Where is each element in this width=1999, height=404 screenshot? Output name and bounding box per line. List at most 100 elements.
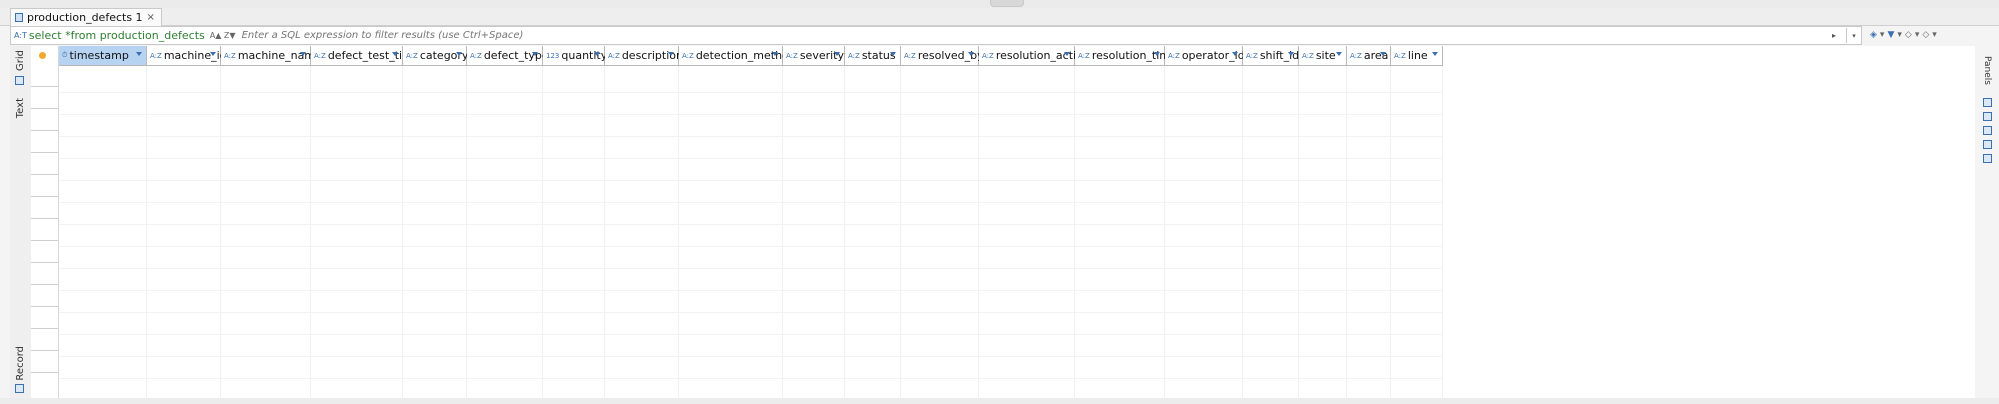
row-separator — [31, 130, 58, 131]
apply-filter-icon[interactable]: ▸ — [1832, 31, 1836, 40]
filter-bar: A:T select *from production_defects A▲ Z… — [10, 26, 1862, 45]
column-menu-arrow-icon[interactable] — [772, 52, 778, 56]
column-header-status[interactable]: A:Z status — [845, 46, 901, 66]
results-grid[interactable]: ⏱ timestamp A:Z machine_id A:Z machine_name A:… — [31, 46, 1975, 398]
column-header-severity[interactable]: A:Z severity — [783, 46, 845, 66]
grid-row-line — [59, 158, 1443, 159]
grid-column-divider — [1242, 66, 1243, 398]
grid-row-line — [59, 114, 1443, 115]
text-type-icon: A:Z — [406, 51, 418, 60]
row-separator — [31, 152, 58, 153]
column-header-quantity[interactable]: 123 quantity — [543, 46, 608, 66]
column-header-site[interactable]: A:Z site — [1299, 46, 1347, 66]
editor-tab-bar: production_defects 1 × — [0, 8, 1999, 26]
forward-icon[interactable]: ◇ — [1922, 30, 1929, 40]
table-icon — [15, 13, 23, 22]
column-menu-arrow-icon[interactable] — [594, 52, 600, 56]
panel-icon[interactable] — [1983, 126, 1992, 135]
column-menu-arrow-icon[interactable] — [1154, 52, 1160, 56]
column-menu-arrow-icon[interactable] — [1232, 52, 1238, 56]
close-icon[interactable]: × — [147, 12, 155, 23]
row-separator — [31, 262, 58, 263]
grid-column-divider — [1074, 66, 1075, 398]
column-header-defect-test-time[interactable]: A:Z defect_test_time — [311, 46, 420, 66]
column-header-area[interactable]: A:Z area — [1347, 46, 1391, 66]
column-header-resolution-action[interactable]: A:Z resolution_action — [979, 46, 1090, 66]
column-menu-arrow-icon[interactable] — [300, 52, 306, 56]
record-view-tab[interactable]: Record — [15, 346, 26, 381]
filter-history-dropdown[interactable]: ▾ — [1846, 28, 1861, 43]
panel-icon[interactable] — [1983, 140, 1992, 149]
column-header-description[interactable]: A:Z description — [605, 46, 683, 66]
view-mode-panel: Grid Text Record — [10, 46, 32, 398]
chevron-down-icon[interactable]: ▾ — [1897, 30, 1902, 40]
column-header-detection-method[interactable]: A:Z detection_method — [679, 46, 796, 66]
panels-sidebar: Panels — [1979, 46, 1997, 186]
chevron-down-icon[interactable]: ▾ — [1932, 30, 1937, 40]
grip-knob[interactable] — [990, 0, 1024, 7]
select-all-corner[interactable] — [39, 52, 46, 59]
row-separator — [31, 328, 58, 329]
grid-column-divider — [678, 66, 679, 398]
column-menu-arrow-icon[interactable] — [1288, 52, 1294, 56]
panel-icon[interactable] — [1983, 98, 1992, 107]
chevron-down-icon[interactable]: ▾ — [1915, 30, 1920, 40]
column-name: timestamp — [69, 49, 129, 62]
column-menu-arrow-icon[interactable] — [834, 52, 840, 56]
tab-production-defects[interactable]: production_defects 1 × — [10, 8, 162, 26]
column-header-defect-type[interactable]: A:Z defect_type — [467, 46, 549, 66]
grid-row-line — [59, 290, 1443, 291]
grid-icon[interactable] — [15, 76, 24, 85]
column-menu-arrow-icon[interactable] — [456, 52, 462, 56]
column-name: machine_name — [237, 49, 322, 62]
column-header-machine-name[interactable]: A:Z machine_name — [221, 46, 322, 66]
text-type-icon: A:Z — [1350, 51, 1362, 60]
column-menu-arrow-icon[interactable] — [210, 52, 216, 56]
column-menu-arrow-icon[interactable] — [136, 52, 142, 56]
column-menu-arrow-icon[interactable] — [392, 52, 398, 56]
column-header-machine-id[interactable]: A:Z machine_id — [147, 46, 227, 66]
column-header-line[interactable]: A:Z line — [1391, 46, 1443, 66]
filter-toolbar: ◈ ▾ ▼ ▾ ◇ ▾ ◇ ▾ — [1870, 26, 1937, 43]
grid-view-tab[interactable]: Grid — [15, 50, 26, 71]
column-header-resolved-by[interactable]: A:Z resolved_by — [901, 46, 984, 66]
column-header-resolution-time[interactable]: A:Z resolution_time — [1075, 46, 1177, 66]
eraser-icon[interactable]: ◈ — [1870, 30, 1877, 40]
panel-icon[interactable] — [1983, 112, 1992, 121]
text-type-icon: A:Z — [1394, 51, 1406, 60]
text-view-tab[interactable]: Text — [15, 98, 26, 118]
text-type-icon: A:Z — [314, 51, 326, 60]
column-header-operator-id[interactable]: A:Z operator_id — [1165, 46, 1245, 66]
column-menu-arrow-icon[interactable] — [890, 52, 896, 56]
column-header-timestamp[interactable]: ⏱ timestamp — [59, 46, 147, 66]
grid-column-divider — [1164, 66, 1165, 398]
panel-icon[interactable] — [1983, 154, 1992, 163]
column-menu-arrow-icon[interactable] — [968, 52, 974, 56]
sort-icon[interactable]: A▲ Z▼ — [210, 32, 236, 40]
text-type-icon: A:Z — [848, 51, 860, 60]
column-menu-arrow-icon[interactable] — [668, 52, 674, 56]
column-menu-arrow-icon[interactable] — [532, 52, 538, 56]
text-type-icon: A:Z — [786, 51, 798, 60]
panels-tab[interactable]: Panels — [1982, 56, 1992, 85]
grid-column-divider — [146, 66, 147, 398]
row-separator — [31, 174, 58, 175]
filter-input[interactable] — [239, 27, 1832, 44]
sql-prefix-icon: A:T — [14, 31, 27, 40]
column-menu-arrow-icon[interactable] — [1336, 52, 1342, 56]
back-icon[interactable]: ◇ — [1905, 30, 1912, 40]
grid-column-divider — [978, 66, 979, 398]
column-menu-arrow-icon[interactable] — [1432, 52, 1438, 56]
text-type-icon: A:Z — [682, 51, 694, 60]
column-menu-arrow-icon[interactable] — [1380, 52, 1386, 56]
grid-row-line — [59, 136, 1443, 137]
column-header-category[interactable]: A:Z category — [403, 46, 468, 66]
column-header-shift-id[interactable]: A:Z shift_id — [1243, 46, 1299, 66]
text-type-icon: A:Z — [982, 51, 994, 60]
chevron-down-icon[interactable]: ▾ — [1880, 30, 1885, 40]
record-icon[interactable] — [15, 384, 24, 393]
grid-column-divider — [1346, 66, 1347, 398]
column-menu-arrow-icon[interactable] — [1064, 52, 1070, 56]
filter-icon[interactable]: ▼ — [1887, 30, 1894, 40]
column-name: quantity — [561, 49, 608, 62]
